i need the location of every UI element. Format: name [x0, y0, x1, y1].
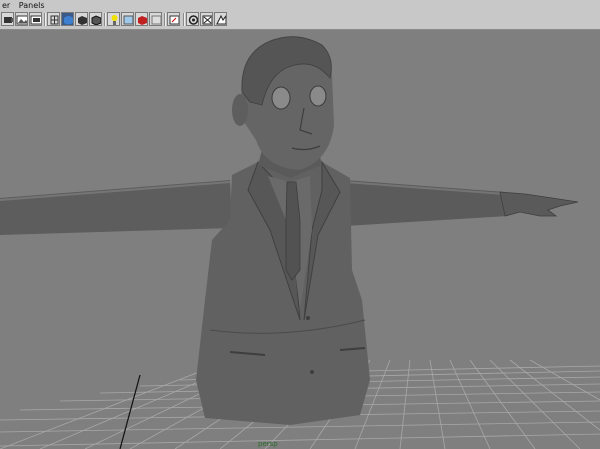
right-hand: [499, 191, 579, 217]
right-arm: [345, 180, 508, 226]
left-eye: [271, 86, 291, 110]
film-gate-icon[interactable]: [200, 12, 213, 26]
camera-name-label: persp: [258, 440, 278, 448]
left-arm: [0, 180, 232, 235]
resolution-gate-icon[interactable]: [186, 12, 199, 26]
character-model[interactable]: [0, 36, 579, 425]
lighting-icon[interactable]: [121, 12, 134, 26]
grid-toggle-icon[interactable]: [47, 12, 60, 26]
scene-canvas: [0, 36, 600, 449]
menu-item-truncated[interactable]: er: [0, 0, 14, 11]
left-ear: [232, 94, 248, 126]
menu-bar: er Panels: [0, 0, 600, 11]
wireframe-icon[interactable]: [61, 12, 74, 26]
perspective-viewport[interactable]: [0, 30, 600, 449]
toolbar-separator: [183, 13, 185, 26]
toolbar-separator: [164, 13, 166, 26]
xray-icon[interactable]: [135, 12, 148, 26]
tie: [285, 181, 301, 281]
image-plane-icon[interactable]: [15, 12, 28, 26]
shadows-icon[interactable]: [149, 12, 162, 26]
grid-axis-line: [119, 374, 141, 449]
right-eye: [309, 85, 327, 107]
textured-icon[interactable]: [107, 12, 120, 26]
view-bookmark-icon[interactable]: [29, 12, 42, 26]
select-camera-icon[interactable]: [1, 12, 14, 26]
menu-item-panels[interactable]: Panels: [17, 0, 49, 11]
panel-toolbar: [0, 11, 600, 30]
smooth-shade-icon[interactable]: [75, 12, 88, 26]
toolbar-separator: [104, 13, 106, 26]
toolbar-separator: [44, 13, 46, 26]
safe-action-icon[interactable]: [214, 12, 227, 26]
isolate-select-icon[interactable]: [167, 12, 180, 26]
wireframe-on-shaded-icon[interactable]: [89, 12, 102, 26]
